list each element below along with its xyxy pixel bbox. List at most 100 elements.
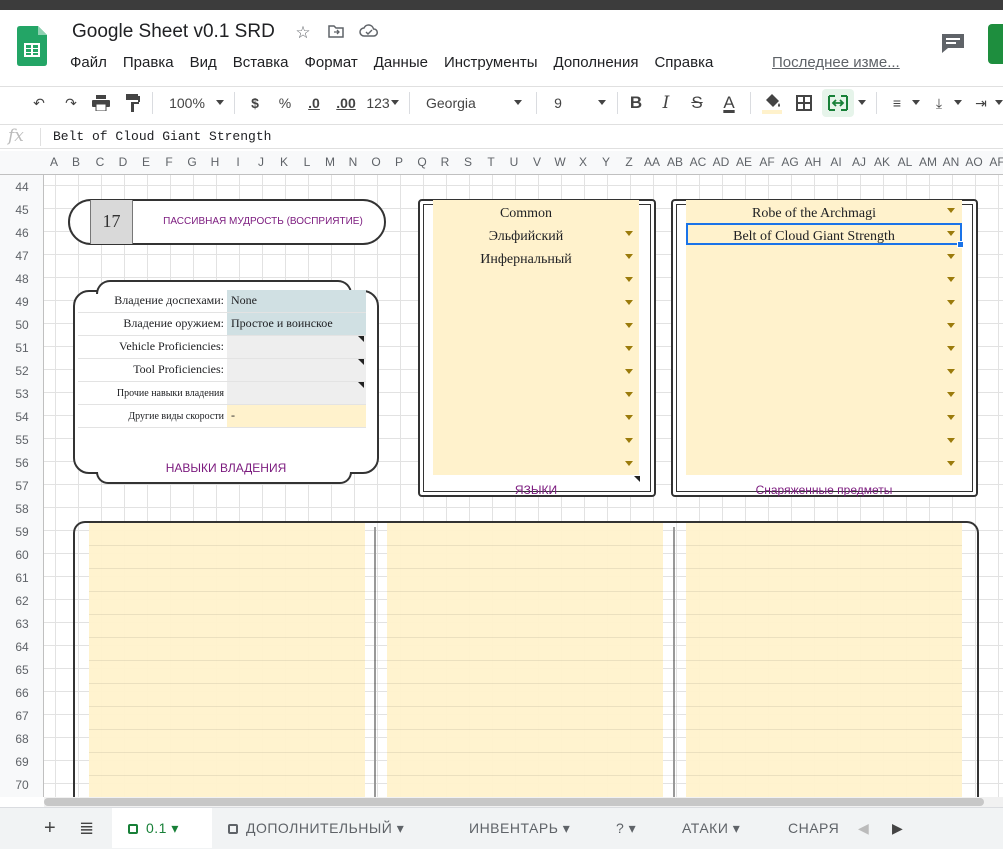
- language-item[interactable]: Инфернальный: [433, 252, 619, 268]
- row-header[interactable]: 67: [0, 709, 44, 723]
- dropdown-arrow-icon[interactable]: [625, 323, 633, 328]
- col-header[interactable]: B: [66, 155, 86, 169]
- strikethrough-icon[interactable]: S: [687, 86, 707, 120]
- row-header[interactable]: 48: [0, 272, 44, 286]
- row-header[interactable]: 70: [0, 778, 44, 792]
- language-item[interactable]: Common: [433, 206, 619, 222]
- menu-help[interactable]: Справка: [654, 54, 713, 71]
- col-header[interactable]: AF: [987, 155, 1003, 169]
- dropdown-arrow-icon[interactable]: [947, 277, 955, 282]
- col-header[interactable]: N: [343, 155, 363, 169]
- row-header[interactable]: 50: [0, 318, 44, 332]
- dropdown-arrow-icon[interactable]: [947, 415, 955, 420]
- redo-icon[interactable]: ↷: [60, 86, 82, 120]
- undo-icon[interactable]: ↶: [28, 86, 50, 120]
- col-header[interactable]: S: [458, 155, 478, 169]
- comment-icon[interactable]: [940, 32, 966, 54]
- sheet-tab[interactable]: АТАКИ ▾: [682, 808, 762, 848]
- col-header[interactable]: AH: [803, 155, 823, 169]
- row-header[interactable]: 44: [0, 180, 44, 194]
- col-header[interactable]: H: [205, 155, 225, 169]
- row-header[interactable]: 51: [0, 341, 44, 355]
- menu-edit[interactable]: Правка: [123, 54, 174, 71]
- print-icon[interactable]: [90, 86, 112, 120]
- col-header[interactable]: Z: [619, 155, 639, 169]
- cloud-saved-icon[interactable]: [358, 22, 380, 44]
- menu-file[interactable]: Файл: [70, 54, 107, 71]
- menu-addons[interactable]: Дополнения: [554, 54, 639, 71]
- col-header[interactable]: K: [274, 155, 294, 169]
- col-header[interactable]: O: [366, 155, 386, 169]
- scroll-tabs-right-icon[interactable]: ▶: [892, 808, 904, 848]
- col-header[interactable]: E: [136, 155, 156, 169]
- prof-value-armor[interactable]: None: [227, 290, 366, 312]
- font-select[interactable]: Georgia: [426, 86, 506, 120]
- col-header[interactable]: A: [44, 155, 64, 169]
- sheet-tab[interactable]: ? ▾: [616, 808, 646, 848]
- equipment-item[interactable]: Belt of Cloud Giant Strength: [686, 229, 942, 245]
- col-header[interactable]: W: [550, 155, 570, 169]
- menu-tools[interactable]: Инструменты: [444, 54, 538, 71]
- row-header[interactable]: 65: [0, 663, 44, 677]
- prof-value-weapons[interactable]: Простое и воинское: [227, 313, 366, 335]
- col-header[interactable]: AM: [918, 155, 938, 169]
- paint-format-icon[interactable]: [122, 86, 144, 120]
- row-header[interactable]: 64: [0, 640, 44, 654]
- row-header[interactable]: 61: [0, 571, 44, 585]
- col-header[interactable]: T: [481, 155, 501, 169]
- increase-decimal-button[interactable]: .00: [333, 86, 359, 120]
- scroll-tabs-left-icon[interactable]: ◀: [858, 808, 870, 848]
- row-header[interactable]: 63: [0, 617, 44, 631]
- language-item[interactable]: Эльфийский: [433, 229, 619, 245]
- col-header[interactable]: C: [90, 155, 110, 169]
- col-header[interactable]: AO: [964, 155, 984, 169]
- align-icon[interactable]: ≡: [886, 86, 908, 120]
- prof-value-other[interactable]: [227, 382, 366, 404]
- row-header[interactable]: 62: [0, 594, 44, 608]
- menu-format[interactable]: Формат: [304, 54, 357, 71]
- row-header[interactable]: 60: [0, 548, 44, 562]
- dropdown-arrow-icon[interactable]: [947, 461, 955, 466]
- col-header[interactable]: AB: [665, 155, 685, 169]
- row-header[interactable]: 46: [0, 226, 44, 240]
- col-header[interactable]: P: [389, 155, 409, 169]
- dropdown-arrow-icon[interactable]: [947, 438, 955, 443]
- text-color-icon[interactable]: A: [718, 86, 740, 120]
- borders-icon[interactable]: [793, 86, 815, 120]
- share-button[interactable]: [988, 24, 1003, 64]
- decrease-decimal-button[interactable]: .0: [303, 86, 325, 120]
- zoom-select[interactable]: 100%: [162, 86, 212, 120]
- dropdown-arrow-icon[interactable]: [625, 392, 633, 397]
- col-header[interactable]: AG: [780, 155, 800, 169]
- row-header[interactable]: 68: [0, 732, 44, 746]
- currency-format-button[interactable]: $: [246, 86, 264, 120]
- col-header[interactable]: G: [182, 155, 202, 169]
- sheet-tab[interactable]: ДОПОЛНИТЕЛЬНЫЙ ▾: [228, 808, 440, 848]
- bold-icon[interactable]: B: [626, 86, 646, 120]
- col-header[interactable]: AC: [688, 155, 708, 169]
- col-header[interactable]: R: [435, 155, 455, 169]
- dropdown-arrow-icon[interactable]: [947, 300, 955, 305]
- dropdown-arrow-icon[interactable]: [625, 438, 633, 443]
- dropdown-arrow-icon[interactable]: [625, 254, 633, 259]
- row-header[interactable]: 45: [0, 203, 44, 217]
- col-header[interactable]: F: [159, 155, 179, 169]
- menu-data[interactable]: Данные: [374, 54, 428, 71]
- italic-icon[interactable]: I: [656, 86, 676, 120]
- row-header[interactable]: 52: [0, 364, 44, 378]
- col-header[interactable]: U: [504, 155, 524, 169]
- prof-value-speed[interactable]: -: [227, 405, 366, 427]
- horizontal-scrollbar[interactable]: [44, 797, 1003, 807]
- row-header[interactable]: 59: [0, 525, 44, 539]
- row-header[interactable]: 54: [0, 410, 44, 424]
- merge-cells-icon[interactable]: [822, 89, 854, 117]
- row-header[interactable]: 66: [0, 686, 44, 700]
- dropdown-arrow-icon[interactable]: [625, 231, 633, 236]
- fill-color-icon[interactable]: [760, 86, 784, 120]
- row-header[interactable]: 47: [0, 249, 44, 263]
- col-header[interactable]: AL: [895, 155, 915, 169]
- percent-format-button[interactable]: %: [276, 86, 294, 120]
- dropdown-arrow-icon[interactable]: [625, 369, 633, 374]
- fill-handle[interactable]: [957, 241, 964, 248]
- dropdown-arrow-icon[interactable]: [625, 346, 633, 351]
